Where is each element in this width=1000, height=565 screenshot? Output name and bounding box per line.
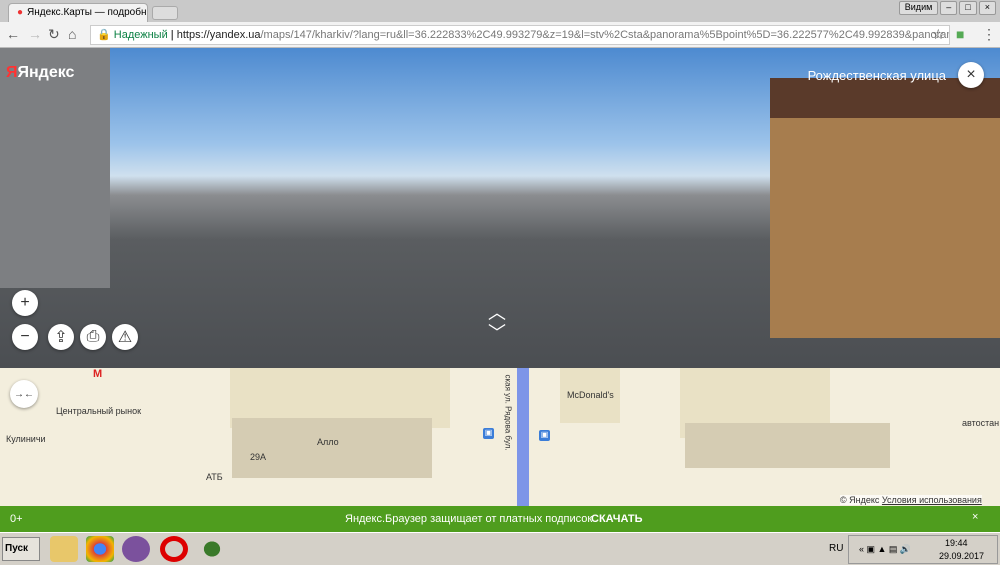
street-panorama[interactable]: ЯЯндекс Рождественская улица × + − ⇪ ⎙ ⚠… bbox=[0, 48, 1000, 368]
extension-icon[interactable]: ■ bbox=[956, 26, 964, 42]
tab-title: Яндекс.Карты — подробн bbox=[27, 7, 147, 18]
map-pin-icon: ● bbox=[17, 7, 24, 18]
route-line bbox=[517, 368, 529, 506]
zoom-in-button[interactable]: + bbox=[12, 290, 38, 316]
url-path: /maps/147/kharkiv/?lang=ru&ll=36.222833%… bbox=[260, 29, 950, 41]
clock-time[interactable]: 19:44 bbox=[945, 538, 968, 548]
minimize-button[interactable]: – bbox=[940, 1, 958, 15]
language-indicator[interactable]: RU bbox=[829, 543, 843, 554]
close-banner-icon[interactable]: × bbox=[972, 511, 978, 523]
url-host: https://yandex.ua bbox=[176, 29, 261, 41]
terms-link[interactable]: Условия использования bbox=[882, 495, 982, 505]
close-window-button[interactable]: × bbox=[978, 1, 996, 15]
url-input[interactable]: 🔒 Надежный | https://yandex.ua/maps/147/… bbox=[90, 25, 950, 45]
zoom-out-button[interactable]: − bbox=[12, 324, 38, 350]
back-icon[interactable]: ← bbox=[6, 26, 20, 42]
mcdonalds-label: McDonald's bbox=[567, 390, 614, 400]
viber-icon[interactable] bbox=[122, 536, 150, 562]
print-button[interactable]: ⎙ bbox=[80, 324, 106, 350]
age-rating: 0+ bbox=[10, 513, 23, 525]
opera-icon[interactable] bbox=[160, 536, 188, 562]
tab-bar: ●Яндекс.Карты — подробн× Видим–□× bbox=[0, 0, 1000, 22]
close-panorama-button[interactable]: × bbox=[958, 62, 984, 88]
lock-icon: 🔒 bbox=[97, 29, 114, 41]
system-tray: « ▣ ▲ ▤ 🔊 19:44 29.09.2017 bbox=[848, 535, 998, 564]
collapse-map-button[interactable]: →← bbox=[10, 380, 38, 408]
chrome-icon[interactable] bbox=[86, 536, 114, 562]
building-left bbox=[0, 48, 110, 288]
share-button[interactable]: ⇪ bbox=[48, 324, 74, 350]
promo-banner: 0+ Яндекс.Браузер защищает от платных по… bbox=[0, 506, 1000, 532]
yandex-logo: ЯЯндекс bbox=[6, 64, 75, 81]
bus-stop-icon[interactable]: ▣ bbox=[483, 428, 494, 439]
cafe-label: Кулиничи bbox=[6, 434, 46, 444]
menu-icon[interactable]: ⋮ bbox=[982, 26, 996, 43]
mini-map[interactable]: →← M Центральный рынок Кулиничи АТБ Алло… bbox=[0, 368, 1000, 506]
banner-text: Яндекс.Браузер защищает от платных подпи… bbox=[345, 513, 593, 525]
tree-app-icon[interactable] bbox=[198, 536, 226, 562]
profile-button[interactable]: Видим bbox=[898, 1, 939, 15]
new-tab-button[interactable] bbox=[152, 6, 178, 20]
start-button[interactable]: Пуск bbox=[2, 537, 40, 561]
bus-stop-icon[interactable]: ▣ bbox=[539, 430, 550, 441]
tray-icons[interactable]: « ▣ ▲ ▤ 🔊 bbox=[859, 544, 911, 555]
explorer-icon[interactable] bbox=[50, 536, 78, 562]
street-name: Рождественская улица bbox=[807, 68, 946, 83]
taskbar: Пуск RU « ▣ ▲ ▤ 🔊 19:44 29.09.2017 bbox=[0, 532, 1000, 565]
download-button[interactable]: СКАЧАТЬ bbox=[591, 513, 643, 525]
clock-date[interactable]: 29.09.2017 bbox=[939, 551, 984, 561]
address-bar-row: ← → ↻ ⌂ 🔒 Надежный | https://yandex.ua/m… bbox=[0, 22, 1000, 48]
street-label: ская ул. Рядова бул. bbox=[503, 374, 513, 451]
reload-icon[interactable]: ↻ bbox=[48, 26, 60, 43]
shop-label: АТБ bbox=[206, 472, 223, 482]
maximize-button[interactable]: □ bbox=[959, 1, 977, 15]
bookmark-star-icon[interactable]: ☆ bbox=[932, 26, 945, 43]
start-label: Пуск bbox=[5, 543, 29, 554]
building-number: 29А bbox=[250, 452, 267, 462]
forward-icon[interactable]: → bbox=[28, 26, 42, 42]
home-icon[interactable]: ⌂ bbox=[68, 26, 76, 42]
copyright: © Яндекс bbox=[840, 495, 880, 505]
navigation-arrows[interactable]: ︿ ﹀ bbox=[488, 303, 506, 343]
report-button[interactable]: ⚠ bbox=[112, 324, 138, 350]
bus-station-label: автостан bbox=[962, 418, 1000, 428]
secure-label: Надежный bbox=[113, 29, 168, 41]
metro-icon: M bbox=[93, 368, 103, 380]
logo-text: Яндекс bbox=[17, 64, 75, 81]
metro-label: Центральный рынок bbox=[56, 406, 142, 416]
allo-label: Алло bbox=[317, 437, 339, 447]
browser-tab[interactable]: ●Яндекс.Карты — подробн× bbox=[8, 3, 148, 22]
